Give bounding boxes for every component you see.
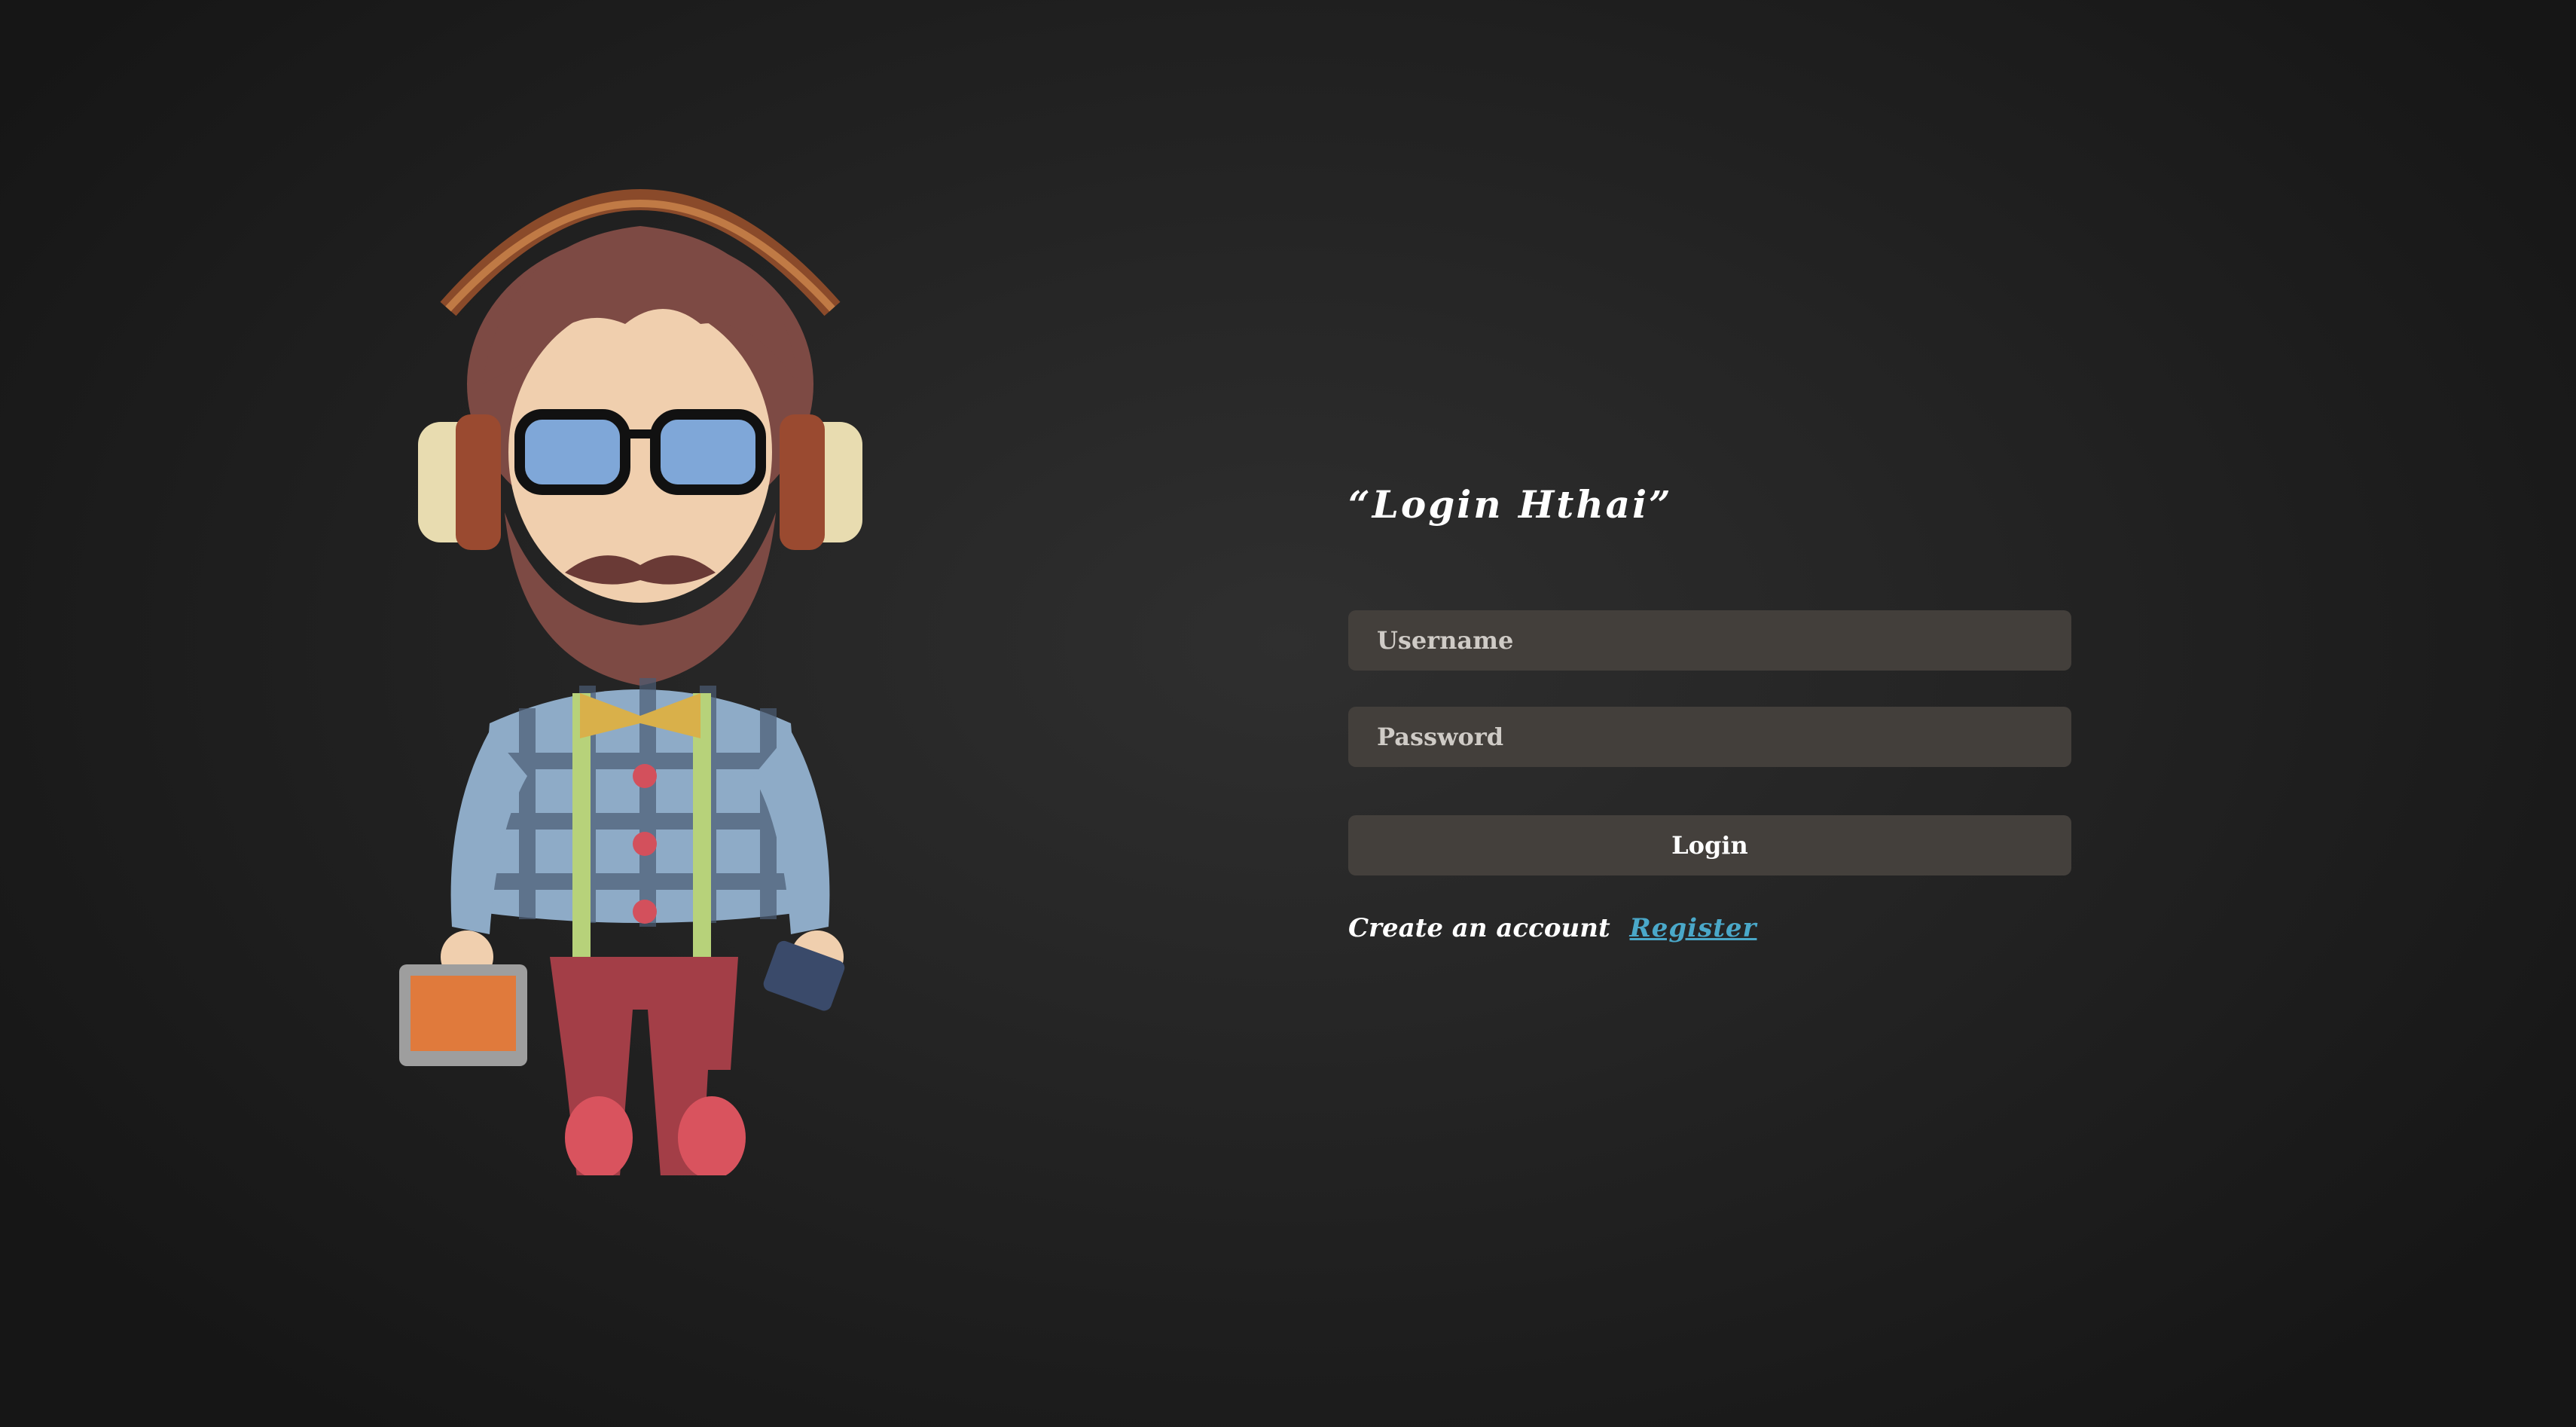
register-link[interactable]: Register [1630, 913, 1757, 943]
register-row: Create an account Register [1348, 913, 2071, 943]
login-panel: “Login Hthai” Login Create an account Re… [1348, 475, 2071, 943]
username-input[interactable] [1348, 610, 2071, 671]
create-account-text: Create an account [1348, 913, 1610, 943]
login-title: “Login Hthai” [1348, 482, 1673, 527]
password-input[interactable] [1348, 707, 2071, 767]
login-button[interactable]: Login [1348, 815, 2071, 875]
hipster-character-illustration [377, 136, 904, 1175]
